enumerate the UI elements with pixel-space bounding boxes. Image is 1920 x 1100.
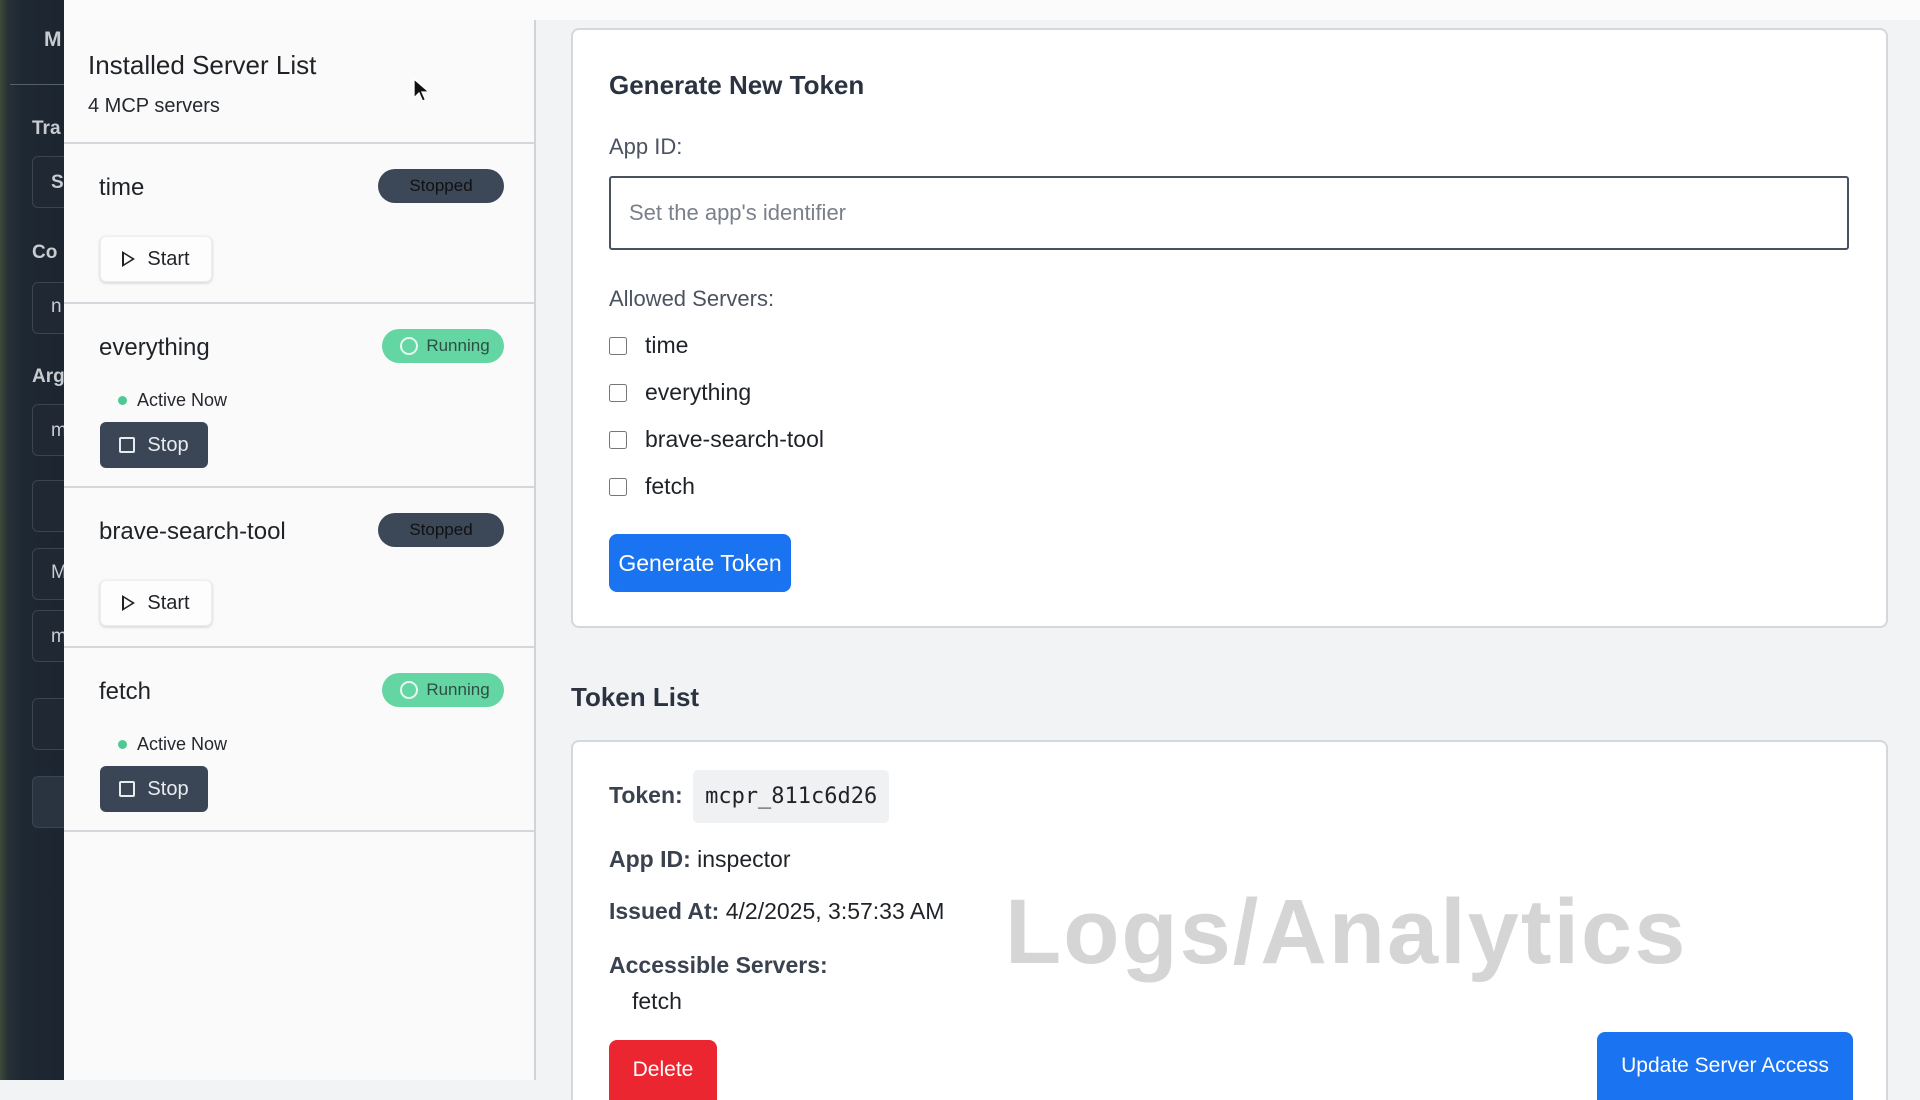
delete-token-button[interactable]: Delete	[609, 1040, 717, 1100]
activity-indicator: Active Now	[118, 390, 227, 411]
stop-icon	[119, 781, 136, 797]
panel-fragment: Arg	[32, 366, 64, 387]
issued-at-row: Issued At: 4/2/2025, 3:57:33 AM	[609, 898, 944, 925]
window-top-bar	[64, 0, 1920, 21]
token-list-title: Token List	[571, 682, 700, 712]
panel-fragment: M	[51, 562, 64, 583]
server-name: time	[99, 174, 145, 201]
stop-button[interactable]: Stop	[100, 422, 208, 468]
allowed-server-option-time[interactable]: time	[609, 332, 688, 359]
start-button[interactable]: Start	[100, 580, 212, 626]
server-checkbox-label: fetch	[645, 473, 695, 499]
server-checkbox[interactable]	[609, 383, 627, 402]
server-checkbox[interactable]	[609, 336, 627, 355]
activity-indicator: Active Now	[118, 734, 227, 755]
activity-label: Active Now	[137, 734, 228, 754]
server-checkbox-label: brave-search-tool	[645, 426, 824, 452]
stop-icon	[119, 437, 136, 453]
running-indicator-icon	[400, 337, 419, 355]
app-id-label: App ID:	[609, 134, 683, 159]
allowed-servers-label: Allowed Servers:	[609, 286, 775, 311]
running-indicator-icon	[400, 681, 419, 699]
token-value: mcpr_811c6d26	[693, 770, 890, 823]
server-name: fetch	[99, 678, 152, 705]
server-count: 4 MCP servers	[88, 95, 220, 117]
allowed-server-option-everything[interactable]: everything	[609, 379, 751, 406]
issued-at-label: Issued At:	[609, 898, 720, 924]
sidebar-title: Installed Server List	[88, 50, 317, 80]
status-badge: Stopped	[378, 513, 504, 547]
stop-button[interactable]: Stop	[100, 766, 208, 812]
stop-button-label: Stop	[147, 433, 189, 456]
server-name: everything	[99, 334, 210, 361]
play-icon	[122, 251, 136, 267]
token-row: Token: mcpr_811c6d26	[609, 770, 890, 823]
active-dot-icon	[118, 396, 127, 405]
background-app-panel: M Tra S Co n Arg m M m	[0, 0, 64, 1080]
start-button-label: Start	[147, 591, 190, 614]
status-badge: Running	[382, 329, 504, 363]
panel-button-fragment	[32, 776, 64, 828]
mouse-cursor-icon	[413, 78, 431, 102]
status-label: Running	[426, 336, 490, 355]
server-checkbox-label: everything	[645, 379, 752, 405]
app-id-value: inspector	[697, 846, 791, 872]
status-label: Stopped	[409, 176, 473, 195]
generate-token-button[interactable]: Generate Token	[609, 534, 791, 592]
generate-token-title: Generate New Token	[609, 70, 865, 100]
start-button[interactable]: Start	[100, 236, 212, 282]
allowed-server-option-brave-search-tool[interactable]: brave-search-tool	[609, 426, 824, 453]
panel-input-fragment	[32, 480, 64, 532]
panel-fragment: Tra	[32, 118, 61, 139]
server-checkbox-label: time	[645, 332, 689, 358]
token-card: Token: mcpr_811c6d26 App ID: inspector I…	[571, 740, 1888, 1100]
status-label: Stopped	[409, 520, 473, 539]
divider	[10, 84, 64, 85]
sidebar-header: Installed Server List 4 MCP servers	[64, 20, 534, 144]
server-name: brave-search-tool	[99, 518, 286, 545]
server-checkbox[interactable]	[609, 477, 627, 496]
server-item-everything: everything Running Active Now Stop	[64, 304, 534, 488]
panel-fragment: m	[51, 626, 64, 647]
generate-token-card: Generate New Token App ID: Allowed Serve…	[571, 28, 1888, 628]
panel-fragment: Co	[32, 242, 58, 263]
app-id-label: App ID:	[609, 846, 691, 872]
server-list-sidebar: Installed Server List 4 MCP servers time…	[64, 20, 536, 1080]
server-item-time: time Stopped Start	[64, 144, 534, 304]
start-button-label: Start	[147, 247, 190, 270]
issued-at-value: 4/2/2025, 3:57:33 AM	[725, 898, 945, 924]
allowed-server-option-fetch[interactable]: fetch	[609, 473, 695, 500]
server-checkbox[interactable]	[609, 430, 627, 449]
status-badge: Running	[382, 673, 504, 707]
server-item-brave-search-tool: brave-search-tool Stopped Start	[64, 488, 534, 648]
panel-input-fragment	[32, 698, 64, 750]
token-management-main: Generate New Token App ID: Allowed Serve…	[536, 20, 1920, 1100]
update-server-access-button[interactable]: Update Server Access	[1597, 1032, 1853, 1100]
activity-label: Active Now	[137, 390, 228, 410]
server-item-fetch: fetch Running Active Now Stop	[64, 648, 534, 832]
accessible-servers-label: Accessible Servers:	[609, 952, 828, 978]
app-id-input[interactable]	[609, 176, 1849, 250]
accessible-server-item: fetch	[632, 988, 682, 1014]
active-dot-icon	[118, 740, 127, 749]
status-label: Running	[426, 680, 490, 699]
panel-fragment: M	[44, 28, 62, 51]
panel-fragment: n	[51, 296, 62, 317]
token-label: Token:	[609, 782, 683, 808]
app-id-row: App ID: inspector	[609, 846, 790, 873]
status-badge: Stopped	[378, 169, 504, 203]
play-icon	[122, 595, 136, 611]
panel-fragment: S	[51, 172, 64, 193]
stop-button-label: Stop	[147, 777, 189, 800]
panel-fragment: m	[51, 420, 64, 441]
